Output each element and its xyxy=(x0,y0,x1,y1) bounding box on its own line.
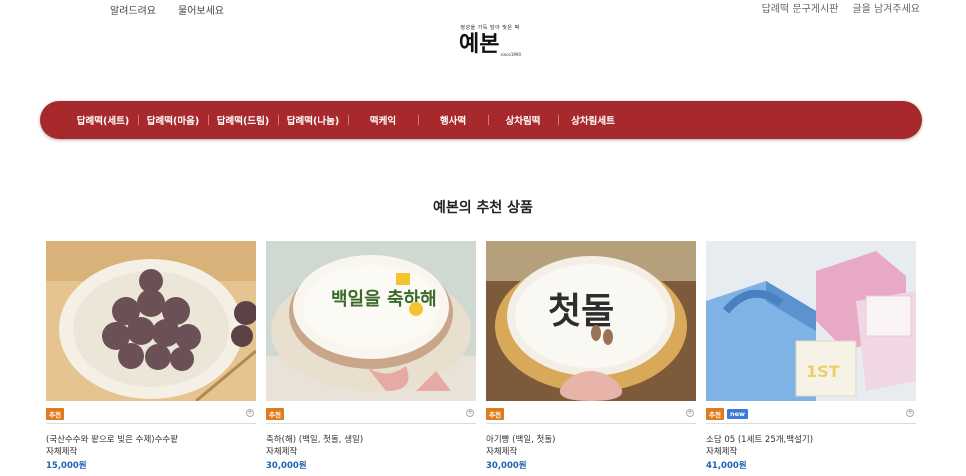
message-board-link[interactable]: 답례떡 문구게시판 xyxy=(762,0,839,15)
product-badges: 추천 + xyxy=(486,405,696,423)
cake-text: 첫돌 xyxy=(548,291,614,332)
card-divider xyxy=(46,423,256,424)
top-right-links: 답례떡 문구게시판 글을 남겨주세요 xyxy=(762,0,920,15)
main-nav: 답례떡(세트) 답례떡(마음) 답례떡(드림) 답례떡(나눔) 떡케익 행사떡 … xyxy=(40,101,922,139)
notice-link[interactable]: 알려드려요 xyxy=(110,2,156,17)
nav-item-gift-heart[interactable]: 답례떡(마음) xyxy=(138,101,208,139)
product-maker: 자체제작 xyxy=(486,447,518,457)
new-badge: new xyxy=(726,409,749,419)
section-title: 예본의 추천 상품 xyxy=(433,200,533,216)
add-icon[interactable]: + xyxy=(466,409,474,417)
top-utility-bar: 알려드려요 물어보세요 답례떡 문구게시판 글을 남겨주세요 xyxy=(0,0,966,18)
nav-item-table-set[interactable]: 상차림세트 xyxy=(558,101,628,139)
card-divider xyxy=(266,423,476,424)
product-name[interactable]: 축하(해) (백일, 첫돌, 생일) xyxy=(266,434,476,446)
recommend-badge: 추천 xyxy=(706,408,724,420)
recommend-badge: 추천 xyxy=(46,408,64,420)
product-card[interactable]: 첫돌 추천 + 아기빵 (백일, 첫돌) 자체제작 30,000원 xyxy=(486,241,696,473)
add-icon[interactable]: + xyxy=(686,409,694,417)
qna-link[interactable]: 물어보세요 xyxy=(178,2,224,17)
product-price: 41,000원 xyxy=(706,461,747,471)
add-icon[interactable]: + xyxy=(906,409,914,417)
logo-name: 예본 xyxy=(458,31,500,57)
product-badges: 추천 new + xyxy=(706,405,916,423)
product-card[interactable]: 추천 + (국산수수와 팥으로 빚은 수제)수수팥 자체제작 15,000원 xyxy=(46,241,256,473)
nav-item-gift-set[interactable]: 답례떡(세트) xyxy=(68,101,138,139)
product-image[interactable] xyxy=(46,241,256,401)
product-price: 30,000원 xyxy=(486,461,527,471)
product-image[interactable]: 첫돌 xyxy=(486,241,696,401)
guestbook-link[interactable]: 글을 남겨주세요 xyxy=(852,0,920,15)
top-left-links: 알려드려요 물어보세요 xyxy=(110,2,224,17)
nav-item-event-tteok[interactable]: 행사떡 xyxy=(418,101,488,139)
product-card[interactable]: 1ST 추천 new + 소담 05 (1세트 25개,백설기) 자체제작 41… xyxy=(706,241,916,473)
product-list: 추천 + (국산수수와 팥으로 빚은 수제)수수팥 자체제작 15,000원 백… xyxy=(46,241,916,473)
product-name[interactable]: 아기빵 (백일, 첫돌) xyxy=(486,434,696,446)
logo-tagline: 정성을 가득 담아 빚은 떡 xyxy=(460,25,520,31)
nav-item-gift-dream[interactable]: 답례떡(드림) xyxy=(208,101,278,139)
product-image[interactable]: 1ST xyxy=(706,241,916,401)
card-divider xyxy=(486,423,696,424)
nav-item-rice-cake[interactable]: 떡케익 xyxy=(348,101,418,139)
product-badges: 추천 + xyxy=(266,405,476,423)
product-price: 30,000원 xyxy=(266,461,307,471)
product-maker: 자체제작 xyxy=(706,447,738,457)
product-maker: 자체제작 xyxy=(46,447,78,457)
card-divider xyxy=(706,423,916,424)
product-card[interactable]: 백일을 축하해 추천 + 축하(해) (백일, 첫돌, 생일) 자체제작 30,… xyxy=(266,241,476,473)
site-logo[interactable]: 정성을 가득 담아 빚은 떡 예본since1990 xyxy=(440,24,540,64)
logo-since: since1990 xyxy=(500,52,522,57)
product-maker: 자체제작 xyxy=(266,447,298,457)
recommend-badge: 추천 xyxy=(266,408,284,420)
svg-text:1ST: 1ST xyxy=(806,362,840,381)
nav-item-table-tteok[interactable]: 상차림떡 xyxy=(488,101,558,139)
nav-item-gift-share[interactable]: 답례떡(나눔) xyxy=(278,101,348,139)
product-name[interactable]: (국산수수와 팥으로 빚은 수제)수수팥 xyxy=(46,434,256,446)
product-name[interactable]: 소담 05 (1세트 25개,백설기) xyxy=(706,434,916,446)
recommend-badge: 추천 xyxy=(486,408,504,420)
product-badges: 추천 + xyxy=(46,405,256,423)
add-icon[interactable]: + xyxy=(246,409,254,417)
product-image[interactable]: 백일을 축하해 xyxy=(266,241,476,401)
product-price: 15,000원 xyxy=(46,461,87,471)
